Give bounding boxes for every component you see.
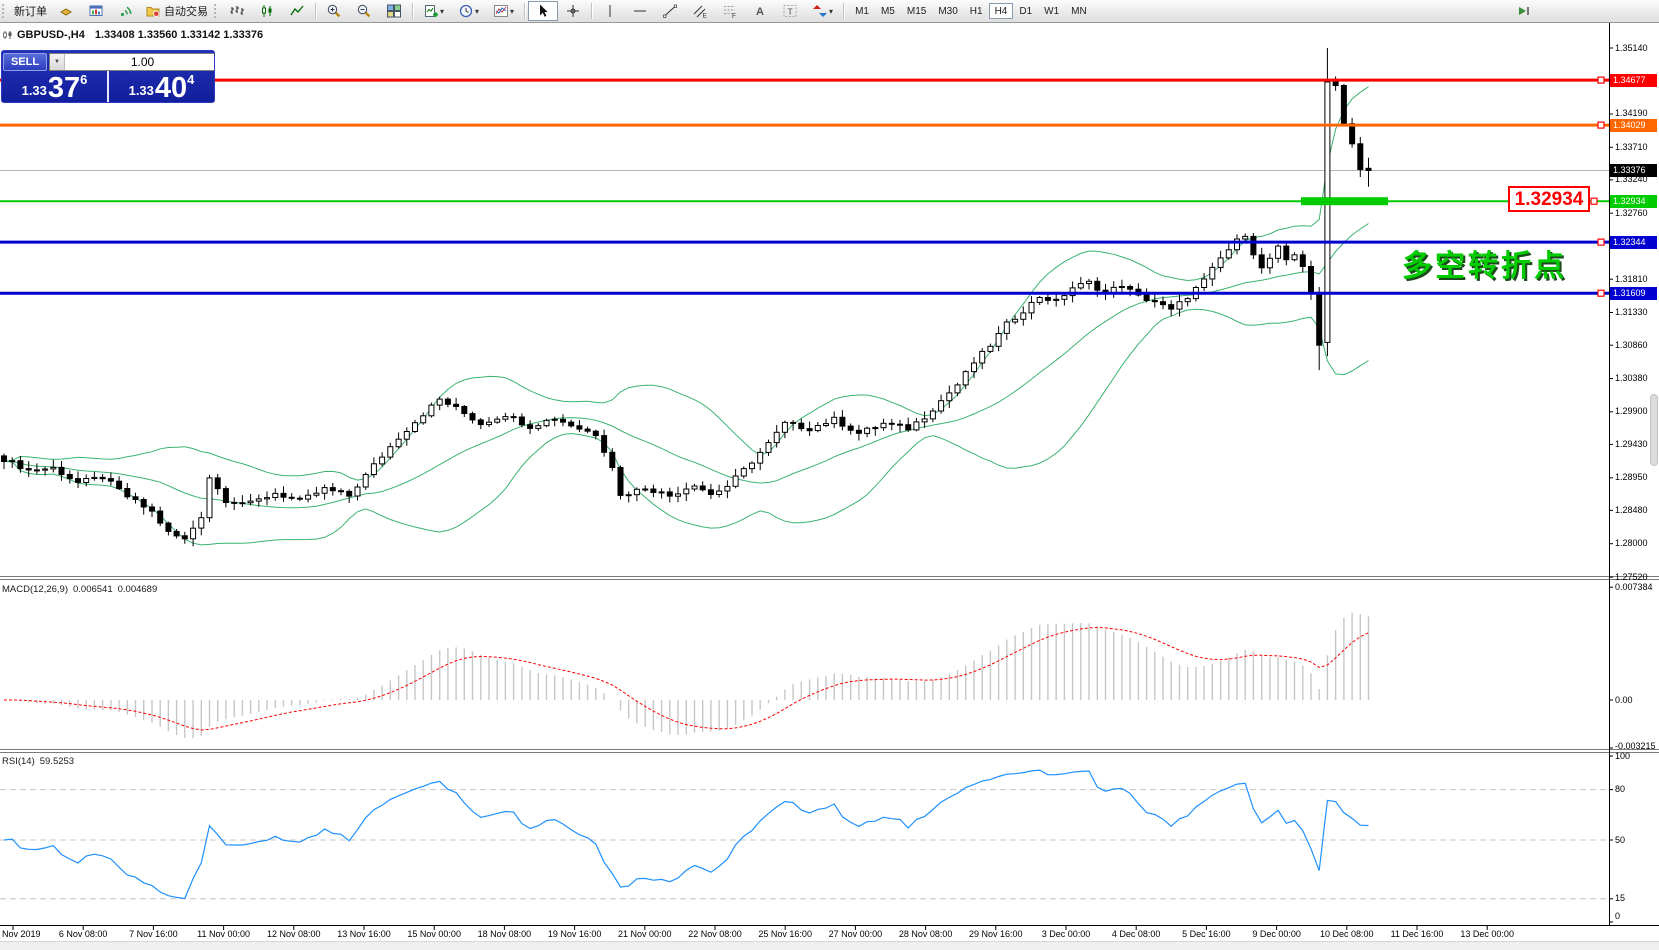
svg-text:T: T <box>788 7 793 17</box>
toolbar-separator <box>843 3 844 19</box>
timeframe-button-h1[interactable]: H1 <box>964 3 989 19</box>
volume-box <box>49 53 215 71</box>
equidistant-channel-tool-icon[interactable]: E <box>685 1 715 21</box>
macd-indicator-label: MACD(12,26,9) 0.006541 0.004689 <box>2 584 162 595</box>
sell-button[interactable]: SELL <box>3 53 47 71</box>
buy-price-big: 40 <box>155 75 187 102</box>
sell-price-sup: 6 <box>80 72 87 87</box>
macd-value: 0.006541 <box>73 584 113 595</box>
fibonacci-tool-icon[interactable]: F <box>715 1 745 21</box>
sell-price-prefix: 1.33 <box>22 83 47 98</box>
timeframe-button-w1[interactable]: W1 <box>1038 3 1065 19</box>
timeframe-button-mn[interactable]: MN <box>1065 3 1093 19</box>
signal-broadcast-icon[interactable] <box>111 1 141 21</box>
timeframe-button-m15[interactable]: M15 <box>901 3 932 19</box>
new-order-label: 新订单 <box>14 3 47 19</box>
trendline-tool-icon[interactable] <box>655 1 685 21</box>
zoom-in-icon[interactable] <box>319 1 349 21</box>
autotrading-folder-icon <box>145 3 161 19</box>
macd-signal-value: 0.004689 <box>118 584 158 595</box>
chart-annotation[interactable]: 多空转折点 <box>1402 241 1567 285</box>
toolbar-separator <box>591 3 592 19</box>
tile-windows-icon[interactable] <box>379 1 409 21</box>
rsi-name: RSI(14) <box>2 756 35 767</box>
horizontal-line-tool-icon[interactable] <box>625 1 655 21</box>
new-chart-icon[interactable] <box>416 1 451 21</box>
sell-price-big: 37 <box>48 75 80 102</box>
scrollbar-thumb[interactable] <box>1650 394 1658 466</box>
svg-text:E: E <box>703 13 708 20</box>
arrows-tool-icon[interactable] <box>805 1 840 21</box>
volume-decrease-button[interactable] <box>50 54 65 70</box>
timeframe-button-d1[interactable]: D1 <box>1013 3 1038 19</box>
buy-price-prefix: 1.33 <box>129 83 154 98</box>
rsi-indicator-label: RSI(14) 59.5253 <box>2 756 79 767</box>
line-chart-mode-icon[interactable] <box>282 1 312 21</box>
svg-text:A: A <box>756 6 764 18</box>
bar-chart-mode-icon[interactable] <box>222 1 252 21</box>
svg-text:F: F <box>732 13 736 19</box>
chart-canvas[interactable] <box>0 0 1659 949</box>
rsi-value: 59.5253 <box>40 756 74 767</box>
timeframe-button-m30[interactable]: M30 <box>932 3 963 19</box>
chart-template-icon[interactable] <box>486 1 521 21</box>
price-callout[interactable]: 1.32934 <box>1508 186 1590 212</box>
volume-input[interactable] <box>65 54 215 70</box>
one-click-trading-panel: SELL BUY 1.33 37 6 1.33 40 4 <box>1 50 215 103</box>
crosshair-icon[interactable] <box>558 1 588 21</box>
chart-symbol-period: GBPUSD-,H4 <box>17 29 85 41</box>
buy-price-display[interactable]: 1.33 40 4 <box>109 71 214 103</box>
market-watch-window-icon[interactable] <box>81 1 111 21</box>
autotrading-label: 自动交易 <box>164 3 208 19</box>
toolbar-separator <box>315 3 316 19</box>
zoom-out-icon[interactable] <box>349 1 379 21</box>
candlestick-mode-icon[interactable] <box>252 1 282 21</box>
toolbar-grip[interactable] <box>2 4 7 18</box>
auto-scroll-icon[interactable] <box>1509 1 1539 21</box>
chart-window-icon <box>3 30 13 40</box>
toolbar-grip[interactable] <box>214 4 219 18</box>
toolbar-separator <box>412 3 413 19</box>
text-tool-icon[interactable]: A <box>745 1 775 21</box>
chart-ohlc-values: 1.33408 1.33560 1.33142 1.33376 <box>95 29 263 41</box>
chart-window-title: GBPUSD-,H4 1.33408 1.33560 1.33142 1.333… <box>3 29 263 41</box>
cursor-icon[interactable] <box>528 1 558 21</box>
new-order-button[interactable]: 新订单 <box>10 1 51 21</box>
vertical-line-tool-icon[interactable] <box>595 1 625 21</box>
gold-bar-icon[interactable] <box>51 1 81 21</box>
periods-clock-icon[interactable] <box>451 1 486 21</box>
sell-price-display[interactable]: 1.33 37 6 <box>2 71 109 103</box>
text-label-tool-icon[interactable]: T <box>775 1 805 21</box>
timeframe-group: M1M5M15M30H1H4D1W1MN <box>849 3 1093 19</box>
buy-price-sup: 4 <box>187 72 194 87</box>
timeframe-button-m5[interactable]: M5 <box>875 3 901 19</box>
timeframe-button-h4[interactable]: H4 <box>989 3 1014 19</box>
timeframe-button-m1[interactable]: M1 <box>849 3 875 19</box>
autotrading-button[interactable]: 自动交易 <box>141 1 212 21</box>
toolbar-separator <box>524 3 525 19</box>
macd-name: MACD(12,26,9) <box>2 584 68 595</box>
toolbar: 新订单 自动交易 <box>0 0 1659 23</box>
